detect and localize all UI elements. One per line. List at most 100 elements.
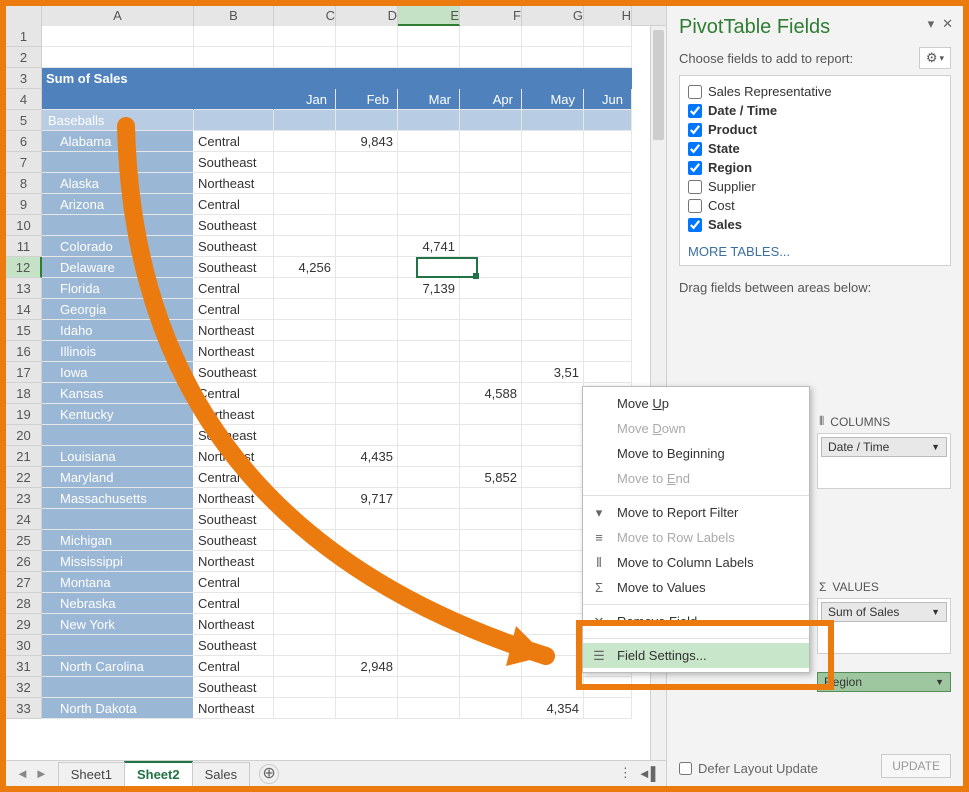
field-context-menu[interactable]: Move UpMove DownMove to BeginningMove to… bbox=[582, 386, 810, 673]
value-cell[interactable] bbox=[522, 383, 584, 404]
row-header[interactable]: 5 bbox=[6, 110, 42, 131]
state-label[interactable]: Kentucky bbox=[42, 404, 194, 425]
field-checkbox[interactable] bbox=[688, 142, 702, 156]
value-cell[interactable] bbox=[274, 194, 336, 215]
value-cell[interactable] bbox=[584, 173, 632, 194]
value-cell[interactable] bbox=[274, 551, 336, 572]
state-label[interactable]: Georgia bbox=[42, 299, 194, 320]
value-cell[interactable] bbox=[522, 593, 584, 614]
value-cell[interactable] bbox=[522, 425, 584, 446]
col-header-A[interactable]: A bbox=[42, 6, 194, 26]
month-header[interactable]: Jun bbox=[584, 89, 632, 110]
value-cell[interactable] bbox=[274, 278, 336, 299]
row-header[interactable]: 3 bbox=[6, 68, 42, 89]
value-cell[interactable] bbox=[398, 425, 460, 446]
value-cell[interactable] bbox=[522, 257, 584, 278]
value-cell[interactable] bbox=[584, 131, 632, 152]
defer-layout-checkbox[interactable]: Defer Layout Update bbox=[679, 761, 818, 776]
col-header-E[interactable]: E bbox=[398, 6, 460, 26]
row-header[interactable]: 9 bbox=[6, 194, 42, 215]
field-item[interactable]: Sales bbox=[684, 215, 946, 234]
row-header[interactable]: 21 bbox=[6, 446, 42, 467]
value-cell[interactable] bbox=[460, 446, 522, 467]
pivot-group-cell[interactable] bbox=[194, 110, 274, 131]
region-cell[interactable]: Southeast bbox=[194, 362, 274, 383]
value-cell[interactable] bbox=[522, 635, 584, 656]
value-cell[interactable] bbox=[274, 572, 336, 593]
row-header[interactable]: 25 bbox=[6, 530, 42, 551]
field-checkbox[interactable] bbox=[688, 180, 702, 194]
values-pill-sumofsales[interactable]: Sum of Sales▼ bbox=[821, 602, 947, 622]
state-label[interactable]: Massachusetts bbox=[42, 488, 194, 509]
value-cell[interactable] bbox=[460, 131, 522, 152]
value-cell[interactable] bbox=[460, 698, 522, 719]
value-cell[interactable] bbox=[522, 446, 584, 467]
value-cell[interactable] bbox=[584, 299, 632, 320]
ctx-move-to-beginning[interactable]: Move to Beginning bbox=[583, 441, 809, 466]
value-cell[interactable] bbox=[336, 152, 398, 173]
value-cell[interactable] bbox=[460, 530, 522, 551]
field-item[interactable]: Date / Time bbox=[684, 101, 946, 120]
region-cell[interactable]: Southeast bbox=[194, 677, 274, 698]
col-header-G[interactable]: G bbox=[522, 6, 584, 26]
field-list[interactable]: Sales RepresentativeDate / TimeProductSt… bbox=[679, 75, 951, 266]
state-label[interactable] bbox=[42, 152, 194, 173]
value-cell[interactable] bbox=[584, 698, 632, 719]
sheet-tab-sales[interactable]: Sales bbox=[192, 762, 251, 786]
defer-checkbox-input[interactable] bbox=[679, 762, 692, 775]
value-cell[interactable]: 4,256 bbox=[274, 257, 336, 278]
row-header[interactable]: 17 bbox=[6, 362, 42, 383]
value-cell[interactable] bbox=[398, 446, 460, 467]
empty-cell[interactable] bbox=[522, 26, 584, 47]
region-cell[interactable]: Central bbox=[194, 299, 274, 320]
value-cell[interactable] bbox=[336, 236, 398, 257]
row-header[interactable]: 18 bbox=[6, 383, 42, 404]
value-cell[interactable] bbox=[274, 215, 336, 236]
value-cell[interactable] bbox=[336, 320, 398, 341]
value-cell[interactable] bbox=[460, 425, 522, 446]
region-cell[interactable]: Southeast bbox=[194, 152, 274, 173]
region-cell[interactable]: Southeast bbox=[194, 425, 274, 446]
value-cell[interactable] bbox=[398, 341, 460, 362]
pivot-group-cell[interactable] bbox=[522, 110, 584, 131]
region-cell[interactable]: Central bbox=[194, 467, 274, 488]
values-area[interactable]: Sum of Sales▼ bbox=[817, 598, 951, 654]
spreadsheet[interactable]: A B C D E F G H 123Sum of Sales4JanFebMa… bbox=[6, 6, 666, 760]
update-button[interactable]: UPDATE bbox=[881, 754, 951, 778]
region-cell[interactable]: Southeast bbox=[194, 257, 274, 278]
state-label[interactable]: North Carolina bbox=[42, 656, 194, 677]
state-label[interactable]: Mississippi bbox=[42, 551, 194, 572]
field-item[interactable]: State bbox=[684, 139, 946, 158]
empty-cell[interactable] bbox=[42, 47, 194, 68]
row-header[interactable]: 19 bbox=[6, 404, 42, 425]
month-header[interactable]: Feb bbox=[336, 89, 398, 110]
ctx-remove-field[interactable]: ✕Remove Field bbox=[583, 609, 809, 634]
row-header[interactable]: 11 bbox=[6, 236, 42, 257]
state-label[interactable]: Illinois bbox=[42, 341, 194, 362]
region-cell[interactable]: Northeast bbox=[194, 404, 274, 425]
value-cell[interactable] bbox=[398, 467, 460, 488]
value-cell[interactable] bbox=[398, 362, 460, 383]
value-cell[interactable] bbox=[398, 635, 460, 656]
value-cell[interactable] bbox=[274, 677, 336, 698]
value-cell[interactable] bbox=[522, 215, 584, 236]
field-item[interactable]: Region bbox=[684, 158, 946, 177]
value-cell[interactable] bbox=[398, 614, 460, 635]
value-cell[interactable] bbox=[460, 593, 522, 614]
row-header[interactable]: 16 bbox=[6, 341, 42, 362]
field-checkbox[interactable] bbox=[688, 199, 702, 213]
row-header[interactable]: 6 bbox=[6, 131, 42, 152]
value-cell[interactable] bbox=[274, 404, 336, 425]
value-cell[interactable] bbox=[274, 656, 336, 677]
value-cell[interactable]: 3,51 bbox=[522, 362, 584, 383]
empty-cell[interactable] bbox=[584, 26, 632, 47]
value-cell[interactable] bbox=[274, 236, 336, 257]
value-cell[interactable] bbox=[522, 677, 584, 698]
state-label[interactable]: Arizona bbox=[42, 194, 194, 215]
pivot-header-cell[interactable] bbox=[522, 68, 584, 89]
ctx-move-to-report-filter[interactable]: ▾Move to Report Filter bbox=[583, 500, 809, 525]
value-cell[interactable] bbox=[398, 215, 460, 236]
state-label[interactable] bbox=[42, 677, 194, 698]
row-header[interactable]: 15 bbox=[6, 320, 42, 341]
row-header[interactable]: 8 bbox=[6, 173, 42, 194]
